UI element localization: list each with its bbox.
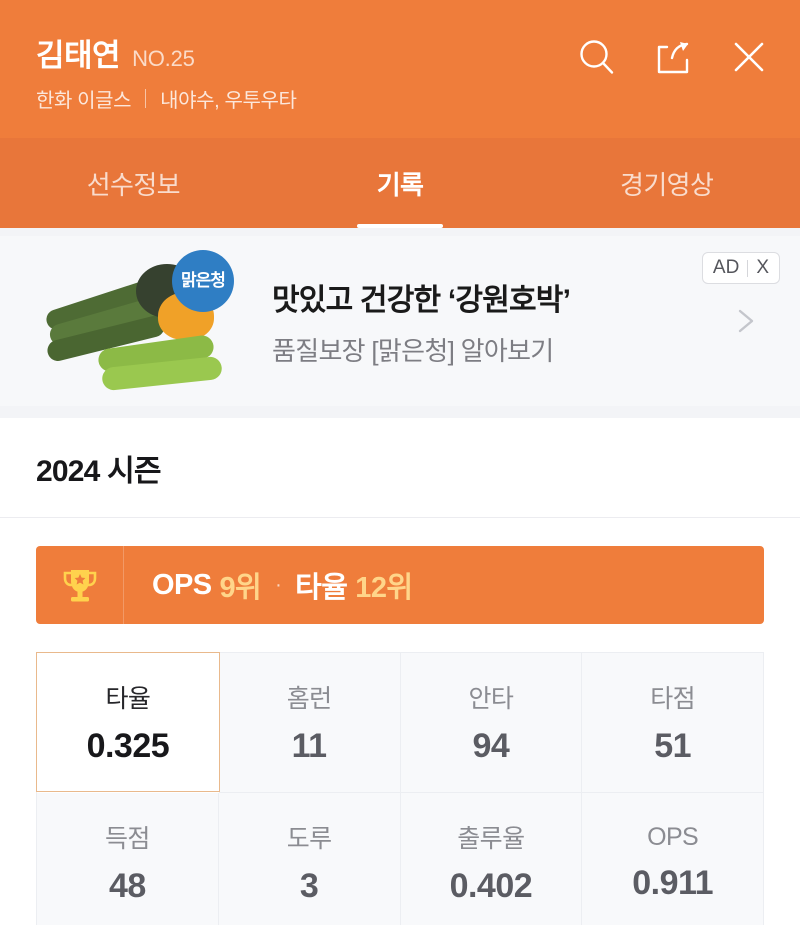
stat-cell-rbi[interactable]: 타점 51 — [582, 653, 764, 793]
stat-value: 3 — [299, 867, 319, 905]
share-icon[interactable] — [652, 36, 694, 78]
rank-item-avg-label: 타율 — [295, 572, 348, 604]
stat-value: 94 — [472, 727, 510, 765]
ad-description: 품질보장 [맑은청] 알아보기 — [272, 335, 554, 366]
ad-label: AD — [712, 257, 740, 278]
stat-value: 11 — [291, 727, 327, 765]
stat-cell-batting-average[interactable]: 타율 0.325 — [36, 652, 220, 792]
rank-item-ops-label: OPS — [152, 568, 212, 601]
rank-banner-region: OPS 9위 · 타율 12위 — [0, 518, 800, 624]
season-header: 2024 시즌 — [0, 418, 800, 518]
close-icon[interactable] — [728, 36, 770, 78]
ad-close-label[interactable]: X — [756, 257, 769, 279]
tab-player-info[interactable]: 선수정보 — [0, 138, 267, 228]
stat-label: 홈런 — [286, 685, 332, 713]
ad-image: 맑은청 — [40, 246, 240, 396]
stat-cell-stolen-bases[interactable]: 도루 3 — [218, 793, 401, 925]
search-icon[interactable] — [576, 36, 618, 78]
stat-label: 타점 — [650, 685, 696, 713]
stat-cell-hits[interactable]: 안타 94 — [400, 653, 583, 793]
stat-label: 도루 — [286, 825, 332, 853]
app-header: 김태연 NO.25 한화 이글스 내야수, 우투우타 — [0, 0, 800, 138]
ad-label-badge[interactable]: AD X — [701, 252, 780, 284]
player-identity: 김태연 NO.25 한화 이글스 내야수, 우투우타 — [36, 26, 297, 113]
stat-value: 0.325 — [86, 726, 170, 765]
stat-value: 51 — [654, 727, 692, 765]
rank-item-avg-value: 12위 — [355, 572, 413, 604]
stat-cell-on-base-percentage[interactable]: 출루율 0.402 — [400, 793, 583, 925]
stat-label: 안타 — [468, 685, 514, 713]
tab-bar: 선수정보 기록 경기영상 — [0, 138, 800, 228]
header-divider — [145, 89, 147, 108]
player-team: 한화 이글스 — [36, 90, 132, 112]
rank-banner[interactable]: OPS 9위 · 타율 12위 — [36, 546, 764, 624]
ad-title: 맛있고 건강한 ‘강원호박’ — [272, 283, 571, 317]
chevron-right-icon[interactable] — [728, 304, 762, 338]
stat-cell-ops[interactable]: OPS 0.911 — [582, 793, 764, 925]
stat-cell-home-runs[interactable]: 홈런 11 — [218, 653, 401, 793]
stat-value: 0.402 — [449, 867, 533, 905]
rank-separator: · — [275, 573, 282, 596]
stat-label: OPS — [647, 822, 699, 851]
player-record-screen: 김태연 NO.25 한화 이글스 내야수, 우투우타 선수정보 기록 경기영상 … — [0, 0, 800, 925]
rank-icon-cell — [36, 546, 124, 624]
tab-game-video[interactable]: 경기영상 — [533, 138, 800, 228]
stats-region: 타율 0.325 홈런 11 안타 94 타점 51 득점 48 도루 3 출루… — [0, 624, 800, 925]
stat-label: 타율 — [105, 684, 151, 713]
ad-banner-region: 맑은청 맛있고 건강한 ‘강원호박’ 품질보장 [맑은청] 알아보기 AD X — [0, 228, 800, 418]
tab-records[interactable]: 기록 — [267, 138, 534, 228]
stat-value: 48 — [108, 867, 146, 905]
player-number: NO.25 — [132, 46, 195, 71]
ad-banner[interactable]: 맑은청 맛있고 건강한 ‘강원호박’ 품질보장 [맑은청] 알아보기 AD X — [0, 236, 800, 406]
rank-summary: OPS 9위 · 타율 12위 — [124, 564, 413, 606]
stat-label: 득점 — [104, 825, 150, 853]
player-position: 내야수, 우투우타 — [160, 90, 297, 112]
ad-brand-logo: 맑은청 — [172, 250, 234, 312]
player-name: 김태연 — [36, 38, 121, 73]
trophy-icon — [63, 570, 96, 602]
ad-badge-divider — [747, 259, 749, 277]
stat-label: 출루율 — [457, 825, 525, 853]
header-actions — [576, 26, 770, 78]
stat-cell-runs[interactable]: 득점 48 — [37, 793, 219, 925]
season-title: 2024 시즌 — [36, 454, 161, 488]
rank-item-ops-value: 9위 — [219, 572, 262, 604]
stat-value: 0.911 — [632, 863, 713, 902]
stats-grid: 타율 0.325 홈런 11 안타 94 타점 51 득점 48 도루 3 출루… — [36, 652, 764, 925]
